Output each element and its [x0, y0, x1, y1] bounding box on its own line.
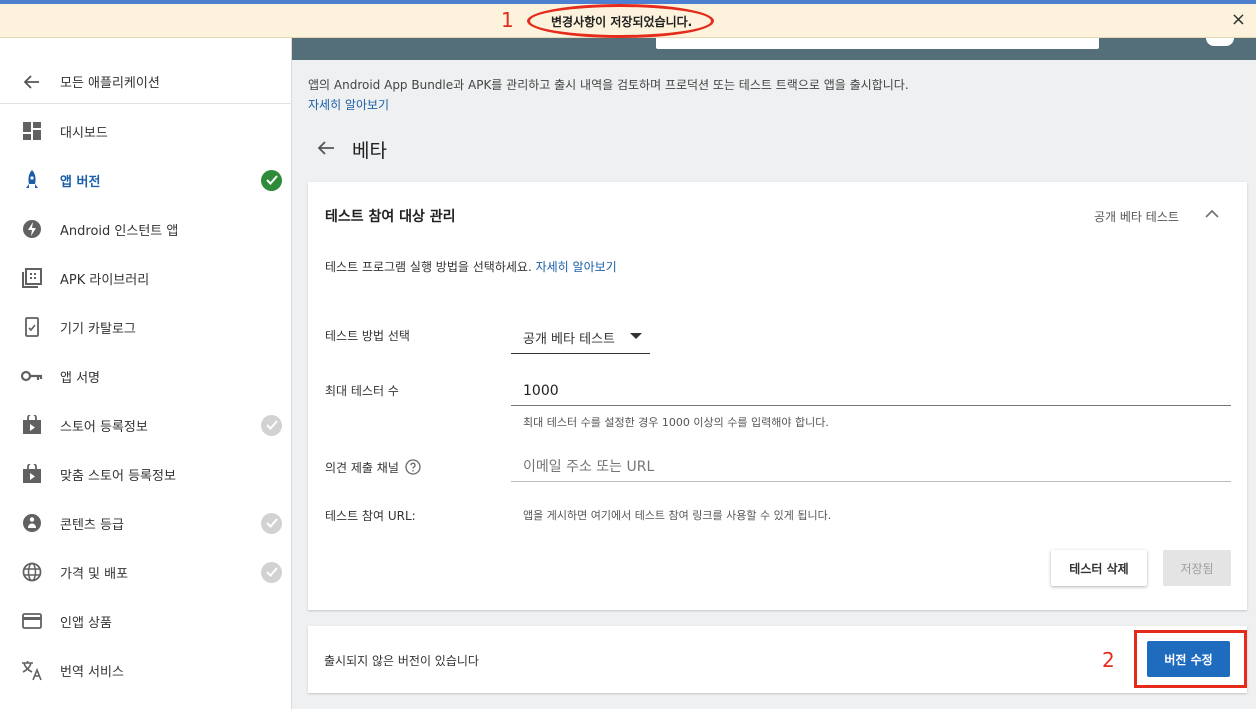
bolt-icon: [21, 218, 43, 240]
sidebar-item-app-versions[interactable]: 앱 버전: [0, 160, 292, 200]
sidebar-item-apk-library[interactable]: APK 라이브러리: [0, 258, 292, 298]
translate-icon: [21, 659, 43, 681]
close-icon[interactable]: ×: [1231, 9, 1246, 30]
arrow-back-icon[interactable]: [316, 138, 336, 158]
sidebar: 모든 애플리케이션 대시보드 앱 버전 Android 인스턴트 앱 APK 라…: [0, 38, 292, 709]
check-circle-icon: [261, 512, 282, 534]
rocket-icon: [21, 169, 43, 191]
device-icon: [21, 316, 43, 338]
chevron-up-icon[interactable]: [1202, 206, 1222, 222]
arrow-back-icon: [21, 71, 43, 93]
test-method-label: 테스트 방법 선택: [325, 329, 410, 343]
max-testers-field: [511, 376, 1231, 406]
annotation-marker-1: 1: [501, 8, 514, 32]
sidebar-item-label: 번역 서비스: [60, 664, 124, 680]
feedback-channel-field: [511, 452, 1231, 482]
search-box[interactable]: [656, 38, 1099, 49]
annotation-rectangle: [1134, 630, 1247, 688]
max-testers-label: 최대 테스터 수: [325, 384, 399, 398]
sidebar-item-label: 앱 버전: [60, 174, 101, 190]
test-type-badge: 공개 베타 테스트: [1094, 210, 1179, 224]
sidebar-item-dashboard[interactable]: 대시보드: [0, 111, 292, 151]
sidebar-item-translation[interactable]: 번역 서비스: [0, 650, 292, 690]
store-icon: [21, 414, 43, 436]
sidebar-item-in-app-products[interactable]: 인앱 상품: [0, 601, 292, 641]
card-subtitle-text: 테스트 프로그램 실행 방법을 선택하세요.: [325, 260, 532, 274]
feedback-channel-label: 의견 제출 채널: [325, 461, 399, 475]
test-method-select[interactable]: 공개 베타 테스트: [511, 318, 650, 354]
test-method-value: 공개 베타 테스트: [523, 332, 615, 347]
card-title: 테스트 참여 대상 관리: [325, 209, 456, 225]
test-url-hint: 앱을 게시하면 여기에서 테스트 참여 링크를 사용할 수 있게 됩니다.: [523, 509, 832, 522]
help-icon[interactable]: [405, 459, 421, 475]
sidebar-item-label: 콘텐츠 등급: [60, 517, 124, 533]
avatar[interactable]: [1206, 38, 1234, 46]
max-testers-hint: 최대 테스터 수를 설정한 경우 1000 이상의 수를 입력해야 합니다.: [523, 416, 829, 429]
annotation-oval: [527, 4, 714, 38]
sidebar-item-store-listing[interactable]: 스토어 등록정보: [0, 405, 292, 445]
store-icon: [21, 463, 43, 485]
saved-button: 저장됨: [1163, 550, 1231, 586]
page-intro-text: 앱의 Android App Bundle과 APK를 관리하고 출시 내역을 …: [308, 78, 909, 92]
sidebar-item-content-rating[interactable]: 콘텐츠 등급: [0, 503, 292, 543]
sidebar-item-label: 대시보드: [60, 125, 108, 141]
sidebar-item-label: 맞춤 스토어 등록정보: [60, 468, 176, 484]
check-circle-icon: [261, 169, 282, 191]
library-icon: [21, 267, 43, 289]
sidebar-item-label: 인앱 상품: [60, 615, 112, 631]
sidebar-item-instant-apps[interactable]: Android 인스턴트 앱: [0, 209, 292, 249]
card-subtitle: 테스트 프로그램 실행 방법을 선택하세요. 자세히 알아보기: [325, 258, 617, 275]
delete-testers-button[interactable]: 테스터 삭제: [1051, 550, 1147, 586]
caret-down-icon: [630, 333, 642, 339]
test-url-label: 테스트 참여 URL:: [325, 509, 416, 523]
sidebar-item-label: 기기 카탈로그: [60, 321, 136, 337]
key-icon: [21, 365, 43, 387]
unreleased-version-text: 출시되지 않은 버전이 있습니다: [324, 654, 479, 668]
sidebar-item-label: 스토어 등록정보: [60, 419, 148, 435]
feedback-channel-input[interactable]: [523, 456, 1223, 478]
sidebar-back-all-apps[interactable]: 모든 애플리케이션: [0, 60, 292, 104]
sidebar-item-label: 앱 서명: [60, 370, 101, 386]
sidebar-item-device-catalog[interactable]: 기기 카탈로그: [0, 307, 292, 347]
globe-icon: [21, 561, 43, 583]
max-testers-input[interactable]: [523, 380, 1223, 402]
sidebar-item-custom-store-listing[interactable]: 맞춤 스토어 등록정보: [0, 454, 292, 494]
learn-more-link[interactable]: 자세히 알아보기: [536, 260, 617, 274]
tester-management-card: 테스트 참여 대상 관리 공개 베타 테스트 테스트 프로그램 실행 방법을 선…: [308, 182, 1247, 610]
card-icon: [21, 610, 43, 632]
sidebar-item-pricing-distribution[interactable]: 가격 및 배포: [0, 552, 292, 592]
sidebar-item-app-signing[interactable]: 앱 서명: [0, 356, 292, 396]
annotation-marker-2: 2: [1102, 648, 1115, 672]
check-circle-icon: [261, 561, 282, 583]
dashboard-icon: [21, 120, 43, 142]
page-title: 베타: [352, 140, 387, 162]
sidebar-item-label: 가격 및 배포: [60, 566, 129, 582]
rating-icon: [21, 512, 43, 534]
sidebar-back-label: 모든 애플리케이션: [60, 76, 160, 91]
learn-more-link[interactable]: 자세히 알아보기: [308, 96, 389, 113]
sidebar-item-label: APK 라이브러리: [60, 272, 150, 288]
check-circle-icon: [261, 414, 282, 436]
sidebar-item-label: Android 인스턴트 앱: [60, 223, 179, 239]
